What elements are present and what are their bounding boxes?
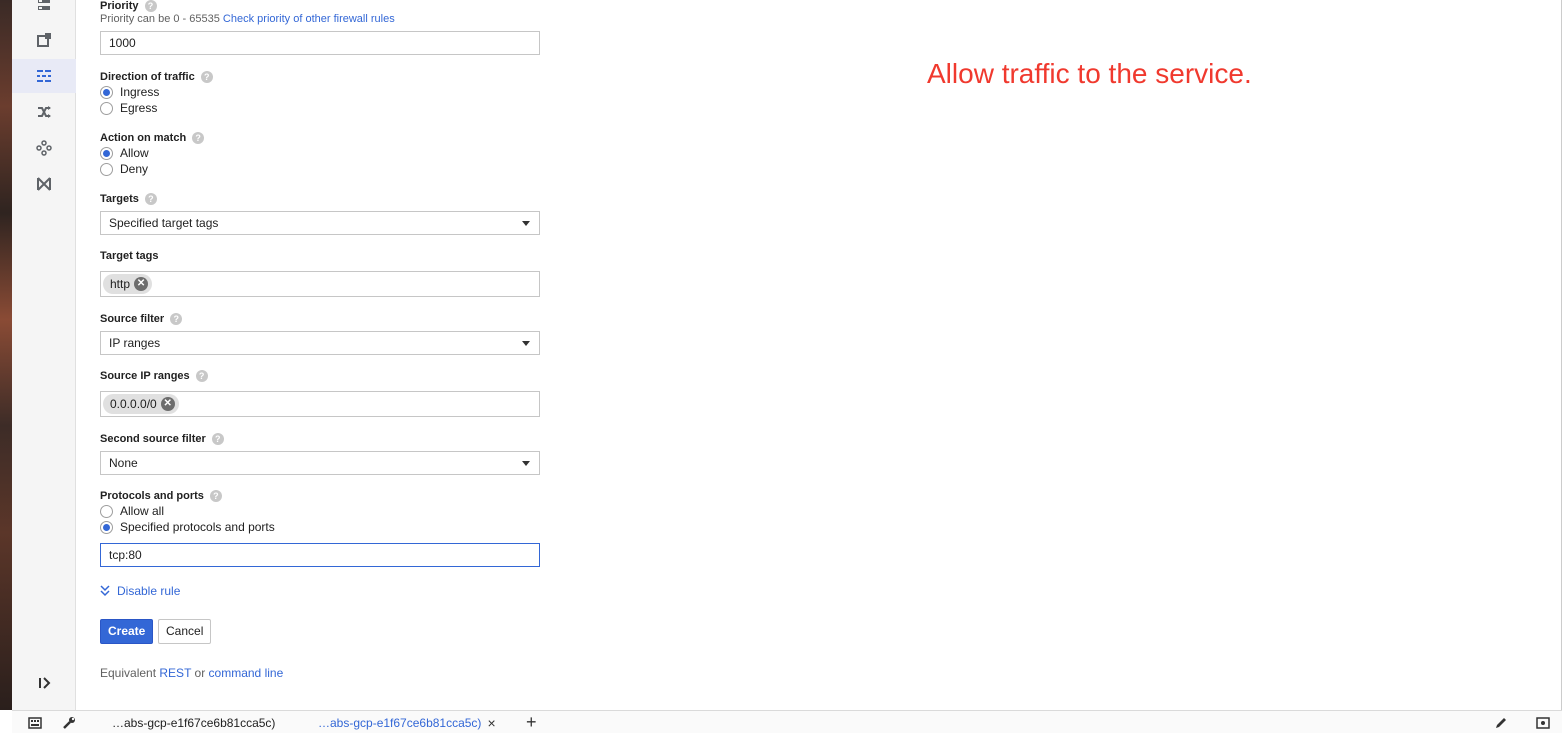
radio-unchecked[interactable] — [100, 162, 113, 176]
nav-routes-shuffle-icon[interactable] — [12, 95, 76, 129]
protocols-allow-all-radio[interactable]: Allow all — [100, 503, 164, 519]
tag-chip: http ✕ — [103, 274, 153, 294]
source-ip-ranges-input[interactable]: 0.0.0.0/0 ✕ — [100, 391, 540, 417]
equivalent-links: Equivalent REST or command line — [100, 666, 284, 680]
dropdown-caret-icon — [522, 221, 530, 226]
help-icon[interactable]: ? — [200, 71, 213, 84]
remove-chip-icon[interactable]: ✕ — [160, 397, 175, 411]
cancel-button[interactable]: Cancel — [158, 619, 212, 644]
help-icon[interactable]: ? — [192, 132, 205, 145]
radio-checked[interactable] — [100, 520, 113, 534]
help-icon[interactable]: ? — [144, 0, 157, 13]
remove-chip-icon[interactable]: ✕ — [134, 277, 149, 291]
help-icon[interactable]: ? — [211, 433, 224, 446]
edit-pencil-icon[interactable] — [1494, 711, 1508, 733]
dropdown-caret-icon — [522, 461, 530, 466]
source-filter-label: Source filter? — [100, 313, 183, 326]
direction-ingress-radio[interactable]: Ingress — [100, 84, 159, 100]
direction-label: Direction of traffic? — [100, 71, 213, 84]
priority-hint: Priority can be 0 - 65535 Check priority… — [100, 13, 395, 25]
expand-nav-icon[interactable] — [12, 666, 76, 700]
check-priority-link[interactable]: Check priority of other firewall rules — [223, 13, 395, 25]
create-button[interactable]: Create — [100, 619, 154, 644]
rest-link[interactable]: REST — [159, 666, 191, 680]
direction-egress-radio[interactable]: Egress — [100, 100, 157, 116]
target-tags-label: Target tags — [100, 250, 159, 262]
disable-rule-toggle[interactable]: Disable rule — [100, 584, 180, 598]
shell-tab-2-active[interactable]: …abs-gcp-e1f67ce6b81cca5c) × — [318, 711, 496, 733]
cloud-shell-tab-bar: …abs-gcp-e1f67ce6b81cca5c) …abs-gcp-e1f6… — [12, 710, 1562, 733]
action-label: Action on match? — [100, 132, 205, 145]
tutorial-annotation: Allow traffic to the service. — [927, 58, 1252, 89]
web-preview-icon[interactable] — [1536, 711, 1550, 733]
target-tags-input[interactable]: http ✕ — [100, 271, 540, 297]
nav-peering-icon[interactable] — [12, 131, 76, 165]
targets-select[interactable]: Specified target tags — [100, 211, 540, 235]
left-nav-rail — [12, 0, 76, 710]
source-filter-select[interactable]: IP ranges — [100, 331, 540, 355]
double-chevron-down-icon — [100, 585, 110, 597]
source-ip-ranges-label: Source IP ranges? — [100, 370, 208, 383]
radio-unchecked[interactable] — [100, 504, 113, 518]
second-source-filter-label: Second source filter? — [100, 433, 224, 446]
action-deny-radio[interactable]: Deny — [100, 161, 148, 177]
radio-unchecked[interactable] — [100, 101, 113, 115]
keyboard-icon[interactable] — [28, 711, 42, 733]
add-tab-icon[interactable]: + — [526, 711, 537, 733]
ip-range-chip: 0.0.0.0/0 ✕ — [103, 394, 179, 414]
nav-external-ip-icon[interactable] — [12, 23, 76, 57]
help-icon[interactable]: ? — [170, 313, 183, 326]
dropdown-caret-icon — [522, 341, 530, 346]
wrench-icon[interactable] — [62, 711, 76, 733]
disable-rule-link[interactable]: Disable rule — [117, 584, 180, 598]
desktop-background-strip — [0, 0, 12, 710]
help-icon[interactable]: ? — [209, 490, 222, 503]
shell-tab-1[interactable]: …abs-gcp-e1f67ce6b81cca5c) — [112, 711, 275, 733]
nav-routes-icon[interactable] — [12, 0, 76, 22]
priority-label: Priority? — [100, 0, 157, 13]
close-tab-icon[interactable]: × — [487, 715, 495, 731]
protocols-label: Protocols and ports? — [100, 490, 222, 503]
nav-shared-vpc-icon[interactable] — [12, 167, 76, 201]
radio-checked[interactable] — [100, 146, 113, 160]
command-line-link[interactable]: command line — [209, 666, 284, 680]
protocols-specified-radio[interactable]: Specified protocols and ports — [100, 519, 275, 535]
priority-input[interactable] — [100, 31, 540, 55]
action-allow-radio[interactable]: Allow — [100, 145, 149, 161]
help-icon[interactable]: ? — [195, 370, 208, 383]
nav-firewall-icon[interactable] — [12, 59, 76, 93]
second-source-filter-select[interactable]: None — [100, 451, 540, 475]
radio-checked[interactable] — [100, 85, 113, 99]
targets-label: Targets? — [100, 193, 157, 206]
protocols-ports-input[interactable] — [100, 543, 540, 567]
help-icon[interactable]: ? — [144, 193, 157, 206]
